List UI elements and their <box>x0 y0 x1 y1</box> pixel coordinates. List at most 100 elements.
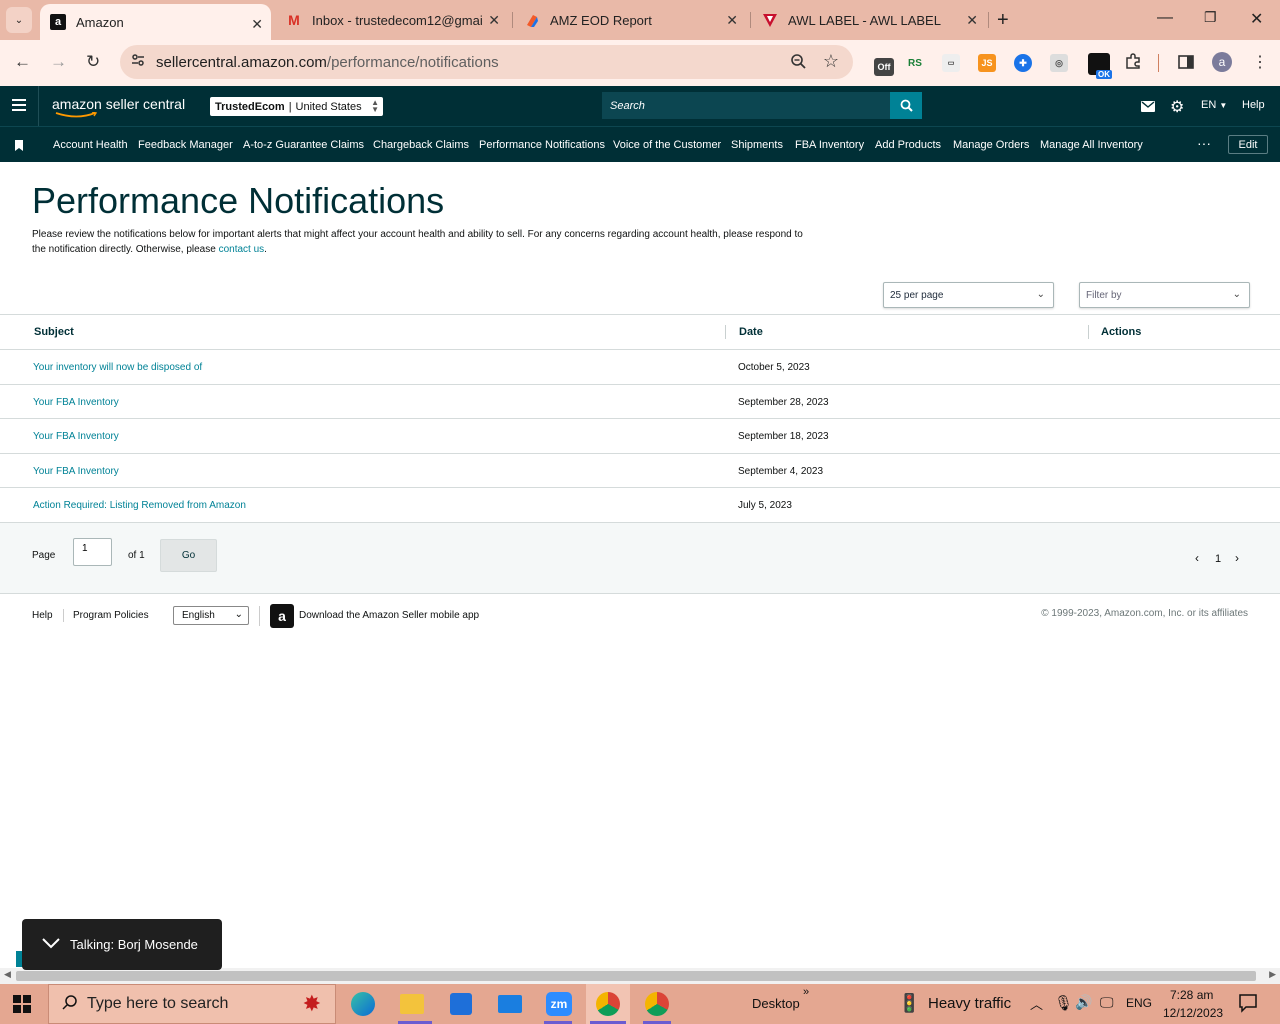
extension-js-icon[interactable]: JS <box>978 54 996 72</box>
notification-subject-link[interactable]: Your FBA Inventory <box>33 431 119 442</box>
horizontal-scrollbar[interactable]: ◀ ▶ <box>0 968 1280 984</box>
side-panel-icon[interactable] <box>1177 53 1195 76</box>
taskbar-search-box[interactable]: Type here to search ✸ <box>48 984 336 1024</box>
hamburger-menu-icon[interactable] <box>12 98 26 116</box>
chevron-left-icon[interactable]: ‹ <box>1195 551 1199 565</box>
input-language-indicator[interactable]: ENG <box>1126 996 1152 1010</box>
tab-awl-label[interactable]: AWL LABEL - AWL LABEL ✕ <box>754 0 986 40</box>
chevron-right-icon[interactable]: › <box>1235 551 1239 565</box>
tab-amz-eod[interactable]: AMZ EOD Report ✕ <box>516 0 746 40</box>
reload-icon[interactable]: ↻ <box>86 52 100 72</box>
tab-gmail[interactable]: M Inbox - trustedecom12@gmail. ✕ <box>278 0 508 40</box>
filter-by-select[interactable]: Filter by ⌄ <box>1079 282 1250 308</box>
close-icon[interactable]: ✕ <box>966 12 978 29</box>
download-app-link[interactable]: Download the Amazon Seller mobile app <box>299 610 479 621</box>
notification-center-icon[interactable] <box>1238 993 1258 1018</box>
show-hidden-icons-chevron-icon[interactable]: ︿ <box>1030 994 1043 1013</box>
nav-a-to-z-claims[interactable]: A-to-z Guarantee Claims <box>243 139 364 151</box>
nav-shipments[interactable]: Shipments <box>731 139 783 151</box>
url-bar[interactable]: sellercentral.amazon.com/performance/not… <box>120 45 853 79</box>
contact-us-link[interactable]: contact us <box>219 244 265 255</box>
chevron-down-icon[interactable] <box>42 937 60 952</box>
microphone-icon[interactable]: 🎙 <box>1054 994 1073 1012</box>
extensions-puzzle-icon[interactable] <box>1124 52 1142 75</box>
extension-off-icon[interactable]: Off <box>874 58 894 76</box>
chrome-profile-icon[interactable] <box>645 992 669 1016</box>
settings-gear-icon[interactable]: ⚙ <box>1170 97 1184 117</box>
help-link[interactable]: Help <box>1242 99 1265 111</box>
search-input[interactable]: Search <box>602 92 890 119</box>
talking-indicator-toast[interactable]: Talking: Borj Mosende <box>22 919 222 970</box>
program-policies-link[interactable]: Program Policies <box>73 610 149 621</box>
extension-puzzle-gray-icon[interactable]: ◎ <box>1050 54 1068 72</box>
footer-language-select[interactable]: English ⌄ <box>173 606 249 625</box>
desktop-toolbar-label[interactable]: Desktop <box>752 996 800 1011</box>
back-arrow-icon[interactable]: ← <box>14 52 31 72</box>
zoom-app-icon[interactable]: zm <box>546 992 572 1016</box>
nav-fba-inventory[interactable]: FBA Inventory <box>795 139 864 151</box>
edit-nav-button[interactable]: Edit <box>1228 135 1268 154</box>
notification-subject-link[interactable]: Your FBA Inventory <box>33 466 119 477</box>
close-icon[interactable]: ✕ <box>488 12 500 29</box>
minimize-icon[interactable]: — <box>1157 9 1173 27</box>
nav-manage-all-inventory[interactable]: Manage All Inventory <box>1040 139 1143 151</box>
nav-performance-notifications[interactable]: Performance Notifications <box>479 139 605 151</box>
edge-browser-icon[interactable] <box>351 992 375 1016</box>
tab-amazon[interactable]: a Amazon ✕ <box>40 4 271 40</box>
nav-feedback-manager[interactable]: Feedback Manager <box>138 139 233 151</box>
current-page[interactable]: 1 <box>1215 553 1221 565</box>
nav-manage-orders[interactable]: Manage Orders <box>953 139 1029 151</box>
page-number-input[interactable] <box>73 538 112 566</box>
tab-search-button[interactable]: ⌄ <box>6 7 32 33</box>
zoom-icon[interactable] <box>790 53 807 74</box>
clock-time[interactable]: 7:28 am <box>1170 988 1213 1002</box>
browser-menu-kebab-icon[interactable]: ⋮ <box>1252 52 1268 72</box>
nav-account-health[interactable]: Account Health <box>53 139 128 151</box>
go-button[interactable]: Go <box>160 539 217 572</box>
extension-logo-icon[interactable]: ▭ <box>942 54 960 72</box>
close-icon[interactable]: ✕ <box>726 12 738 29</box>
mail-icon[interactable] <box>1141 99 1155 117</box>
footer-help-link[interactable]: Help <box>32 610 53 621</box>
bookmark-icon[interactable] <box>15 138 23 156</box>
profile-avatar[interactable]: a <box>1212 52 1232 72</box>
scrollbar-thumb[interactable] <box>16 971 1256 981</box>
notification-subject-link[interactable]: Your FBA Inventory <box>33 397 119 408</box>
new-tab-plus-icon[interactable]: + <box>997 9 1009 32</box>
scroll-right-arrow-icon[interactable]: ▶ <box>1269 969 1276 980</box>
notification-subject-link[interactable]: Action Required: Listing Removed from Am… <box>33 500 246 511</box>
nav-chargeback-claims[interactable]: Chargeback Claims <box>373 139 469 151</box>
weather-widget-text[interactable]: Heavy traffic <box>928 995 1011 1012</box>
file-explorer-icon[interactable] <box>400 994 424 1014</box>
mail-app-icon[interactable] <box>498 995 522 1013</box>
scroll-left-arrow-icon[interactable]: ◀ <box>4 969 11 980</box>
account-switcher[interactable]: TrustedEcom | United States ▲ ▼ <box>210 97 383 116</box>
search-button[interactable] <box>890 92 922 119</box>
forward-arrow-icon[interactable]: → <box>50 52 67 72</box>
notification-subject-link[interactable]: Your inventory will now be disposed of <box>33 362 202 373</box>
column-subject[interactable]: Subject <box>34 326 74 338</box>
more-ellipsis-icon[interactable]: ··· <box>1197 135 1211 151</box>
seller-central-logo[interactable]: amazon seller central <box>52 96 185 118</box>
speaker-icon[interactable]: 🔊 <box>1075 994 1092 1011</box>
chrome-taskbar-active[interactable] <box>586 984 630 1024</box>
language-switcher[interactable]: EN ▼ <box>1201 99 1227 111</box>
desktop-more-icon[interactable]: » <box>803 986 809 998</box>
window-close-icon[interactable]: ✕ <box>1250 9 1263 29</box>
close-icon[interactable]: ✕ <box>251 16 263 33</box>
windows-start-icon[interactable] <box>13 995 31 1018</box>
restore-icon[interactable]: ❐ <box>1204 9 1217 26</box>
per-page-select[interactable]: 25 per page ⌄ <box>883 282 1054 308</box>
network-icon[interactable]: 🖵 <box>1100 994 1114 1011</box>
clock-date[interactable]: 12/12/2023 <box>1163 1006 1223 1020</box>
nav-voice-of-customer[interactable]: Voice of the Customer <box>613 139 721 151</box>
nav-add-products[interactable]: Add Products <box>875 139 941 151</box>
site-settings-icon[interactable] <box>130 52 146 72</box>
extension-ok-icon[interactable]: OK <box>1088 53 1112 79</box>
microsoft-store-icon[interactable] <box>450 993 472 1015</box>
amazon-app-icon[interactable]: a <box>270 604 294 628</box>
extension-blue-icon[interactable]: ✚ <box>1014 54 1032 72</box>
column-date[interactable]: Date <box>739 326 763 338</box>
bookmark-star-icon[interactable]: ☆ <box>823 51 839 72</box>
extension-rs-icon[interactable]: RS <box>906 54 924 72</box>
